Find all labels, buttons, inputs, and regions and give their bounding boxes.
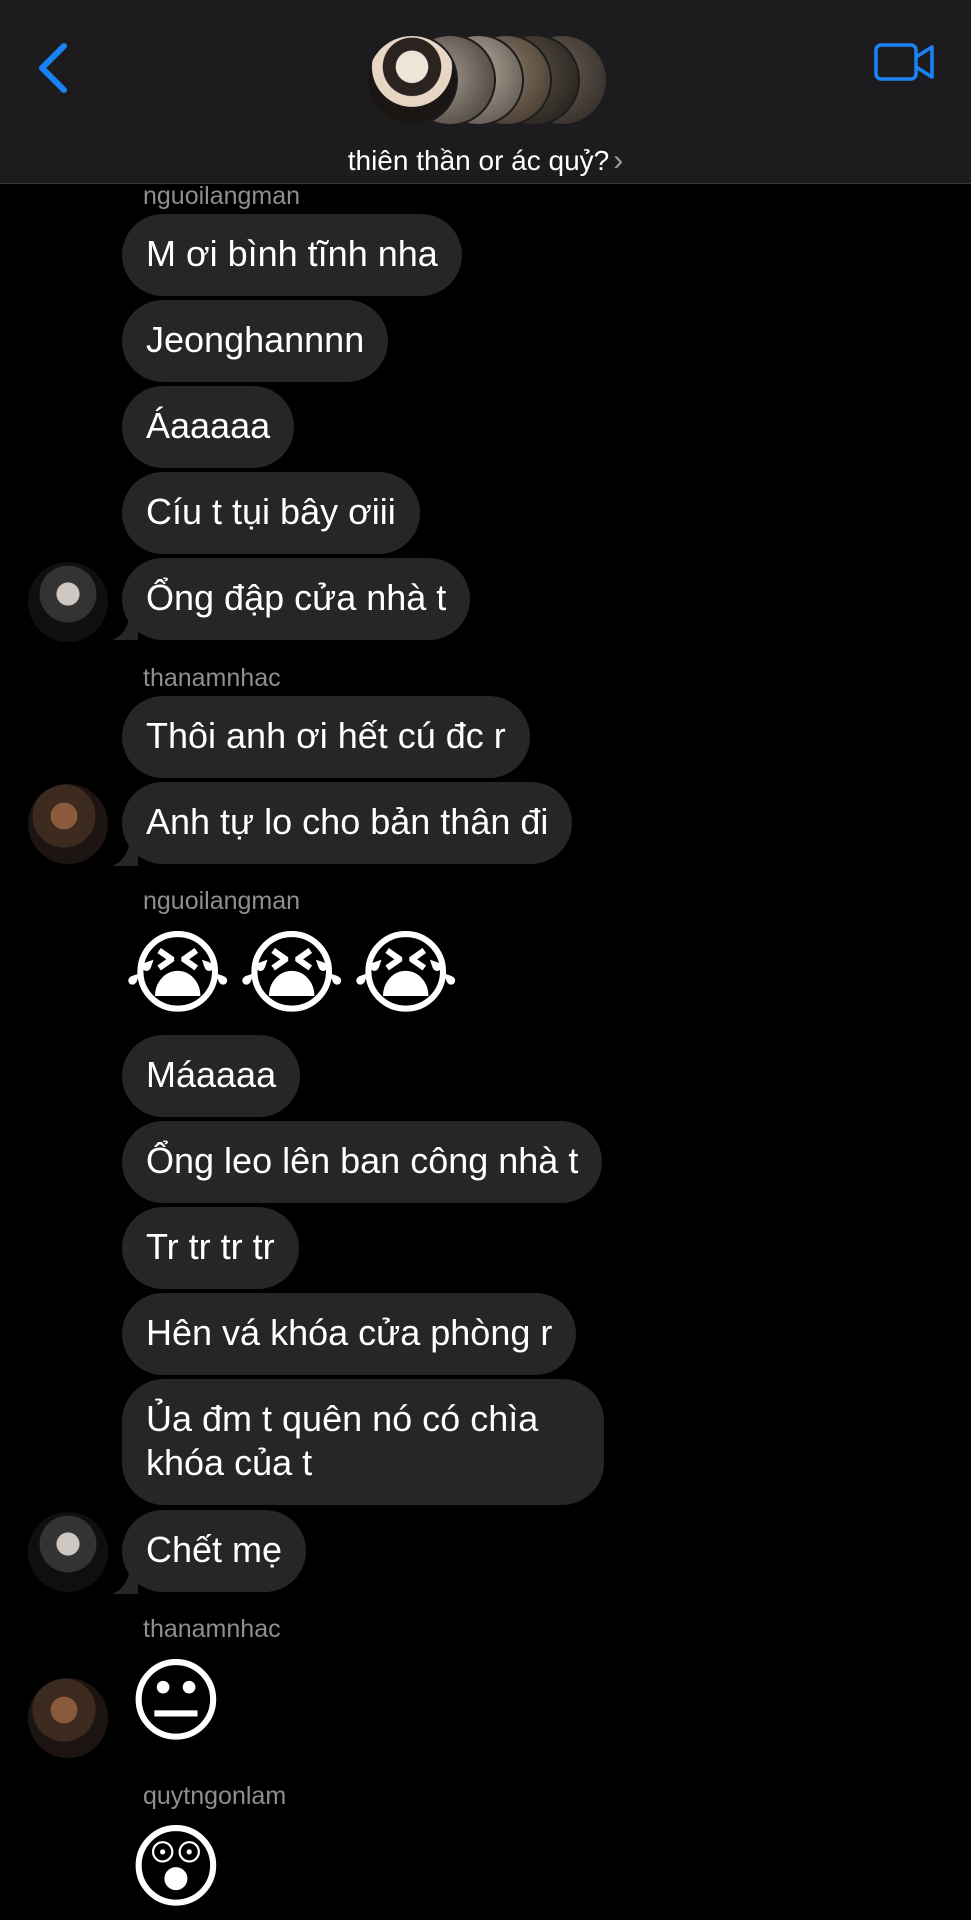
loudly-crying-emoji[interactable]: 😭 xyxy=(124,922,232,1026)
message-bubble[interactable]: M ơi bình tĩnh nha xyxy=(122,214,462,296)
sender-name: nguoilangman xyxy=(143,887,301,915)
message-bubble[interactable]: Ủa đm t quên nó có chìa khóa của t xyxy=(122,1379,604,1505)
astonished-face-emoji[interactable]: 😲 xyxy=(124,1816,228,1920)
message-line: khóa của t xyxy=(146,1442,313,1483)
avatar[interactable] xyxy=(28,1512,108,1592)
message-bubble[interactable]: Anh tự lo cho bản thân đi xyxy=(122,782,573,864)
sender-name: thanamnhac xyxy=(143,664,281,692)
message-bubble[interactable]: Tr tr tr tr xyxy=(122,1207,299,1289)
chat-title-text: thiên thần or ác quỷ? xyxy=(347,145,610,176)
avatar[interactable] xyxy=(28,784,108,864)
back-button[interactable] xyxy=(30,38,80,98)
message-bubble[interactable]: Thôi anh ơi hết cú đc r xyxy=(122,696,530,778)
group-avatar-stack[interactable] xyxy=(366,34,608,130)
message-bubble[interactable]: Hên vá khóa cửa phòng r xyxy=(122,1293,577,1375)
neutral-face-emoji[interactable]: 😐 xyxy=(124,1650,228,1754)
chat-title[interactable]: thiên thần or ác quỷ? › xyxy=(0,144,971,178)
sender-name: thanamnhac xyxy=(143,1615,281,1643)
avatar[interactable] xyxy=(28,562,108,642)
chevron-left-icon xyxy=(39,43,67,93)
group-avatar xyxy=(366,34,458,126)
sender-name: quytngonlam xyxy=(143,1782,287,1810)
message-bubble[interactable]: Jeonghannnn xyxy=(122,300,389,382)
message-bubble[interactable]: Chết mẹ xyxy=(122,1510,307,1592)
video-camera-icon xyxy=(874,43,934,81)
loudly-crying-emoji[interactable]: 😭 xyxy=(238,922,346,1026)
loudly-crying-emoji[interactable]: 😭 xyxy=(352,922,460,1026)
message-bubble[interactable]: Áaaaaa xyxy=(122,386,295,468)
chevron-right-icon: › xyxy=(613,144,624,177)
message-bubble[interactable]: Máaaaa xyxy=(122,1035,301,1117)
message-bubble[interactable]: Cíu t tụi bây ơiii xyxy=(122,472,420,554)
chat-header: thiên thần or ác quỷ? › xyxy=(0,0,971,184)
video-call-button[interactable] xyxy=(874,42,936,82)
message-bubble[interactable]: Ổng đập cửa nhà t xyxy=(122,558,471,640)
avatar[interactable] xyxy=(28,1678,108,1758)
message-line: Ủa đm t quên nó có chìa xyxy=(146,1398,539,1439)
message-bubble[interactable]: Ổng leo lên ban công nhà t xyxy=(122,1121,603,1203)
sender-name: nguoilangman xyxy=(143,182,301,210)
